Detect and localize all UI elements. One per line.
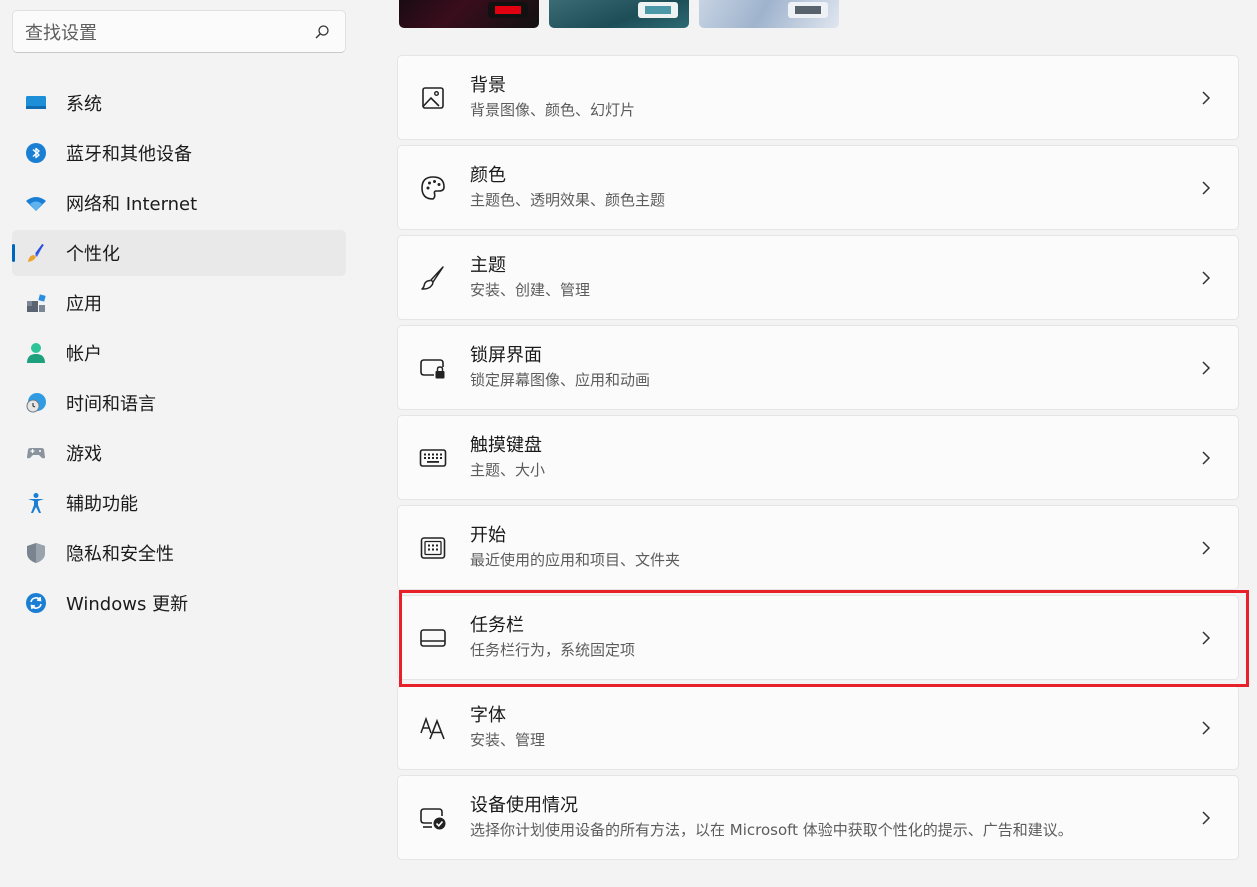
chevron-right-icon [1196, 448, 1216, 468]
search-box[interactable]: 查找设置 [12, 10, 346, 53]
card-subtitle: 主题、大小 [470, 461, 546, 479]
accessibility-icon [24, 491, 48, 515]
sidebar-item-accounts[interactable]: 帐户 [12, 330, 346, 376]
card-title: 颜色 [470, 165, 506, 186]
sidebar-item-label: Windows 更新 [66, 594, 189, 615]
sidebar-item-gaming[interactable]: 游戏 [12, 430, 346, 476]
card-title: 主题 [470, 255, 506, 276]
card-title: 开始 [470, 525, 506, 546]
theme-thumbnail-lake[interactable] [549, 0, 689, 28]
card-title: 字体 [470, 705, 506, 726]
card-subtitle: 选择你计划使用设备的所有方法，以在 Microsoft 体验中获取个性化的提示、… [470, 821, 1073, 839]
lockscreen-icon [418, 353, 448, 383]
sidebar-item-time-language[interactable]: 时间和语言 [12, 380, 346, 426]
card-device-usage[interactable]: 设备使用情况 选择你计划使用设备的所有方法，以在 Microsoft 体验中获取… [397, 775, 1239, 860]
sidebar-item-system[interactable]: 系统 [12, 80, 346, 126]
sidebar-item-label: 网络和 Internet [66, 194, 198, 215]
card-subtitle: 安装、创建、管理 [470, 281, 591, 299]
apps-icon [24, 291, 48, 315]
sidebar: 查找设置 系统 蓝牙和其他设备 网络和 Internet 个性化 应用 帐户 时… [0, 0, 360, 887]
wifi-icon [24, 191, 48, 215]
sidebar-item-label: 应用 [66, 294, 102, 315]
chevron-right-icon [1196, 538, 1216, 558]
palette-icon [418, 173, 448, 203]
sidebar-item-label: 帐户 [66, 344, 102, 365]
gamepad-icon [24, 441, 48, 465]
card-title: 触摸键盘 [470, 435, 542, 456]
sidebar-item-label: 蓝牙和其他设备 [66, 144, 192, 165]
card-touch-keyboard[interactable]: 触摸键盘 主题、大小 [397, 415, 1239, 500]
device-usage-icon [418, 803, 448, 833]
card-lock-screen[interactable]: 锁屏界面 锁定屏幕图像、应用和动画 [397, 325, 1239, 410]
chevron-right-icon [1196, 88, 1216, 108]
system-icon [24, 91, 48, 115]
brush-icon [418, 263, 448, 293]
account-icon [24, 341, 48, 365]
card-title: 背景 [470, 75, 506, 96]
image-icon [418, 83, 448, 113]
clock-globe-icon [24, 391, 48, 415]
chevron-right-icon [1196, 268, 1216, 288]
sidebar-item-label: 辅助功能 [66, 494, 138, 515]
card-title: 锁屏界面 [470, 345, 542, 366]
card-subtitle: 任务栏行为，系统固定项 [470, 641, 636, 659]
chevron-right-icon [1196, 808, 1216, 828]
bluetooth-icon [24, 141, 48, 165]
settings-window: 查找设置 系统 蓝牙和其他设备 网络和 Internet 个性化 应用 帐户 时… [0, 0, 1257, 887]
chevron-right-icon [1196, 718, 1216, 738]
sidebar-item-accessibility[interactable]: 辅助功能 [12, 480, 346, 526]
card-title: 设备使用情况 [470, 795, 578, 816]
card-subtitle: 锁定屏幕图像、应用和动画 [470, 371, 651, 389]
card-fonts[interactable]: 字体 安装、管理 [397, 685, 1239, 770]
keyboard-icon [418, 443, 448, 473]
sidebar-item-network[interactable]: 网络和 Internet [12, 180, 346, 226]
sidebar-item-windows-update[interactable]: Windows 更新 [12, 580, 346, 626]
sidebar-item-privacy[interactable]: 隐私和安全性 [12, 530, 346, 576]
search-icon[interactable] [311, 21, 333, 43]
sidebar-item-label: 游戏 [66, 444, 102, 465]
theme-thumbnail-bloom[interactable] [699, 0, 839, 28]
sidebar-item-apps[interactable]: 应用 [12, 280, 346, 326]
card-subtitle: 最近使用的应用和项目、文件夹 [470, 551, 681, 569]
sidebar-item-label: 时间和语言 [66, 394, 156, 415]
card-start[interactable]: 开始 最近使用的应用和项目、文件夹 [397, 505, 1239, 590]
card-title: 任务栏 [470, 615, 524, 636]
sidebar-item-bluetooth[interactable]: 蓝牙和其他设备 [12, 130, 346, 176]
start-icon [418, 533, 448, 563]
card-themes[interactable]: 主题 安装、创建、管理 [397, 235, 1239, 320]
sidebar-nav: 系统 蓝牙和其他设备 网络和 Internet 个性化 应用 帐户 时间和语言 … [12, 80, 346, 630]
sidebar-item-label: 系统 [66, 94, 102, 115]
chevron-right-icon [1196, 358, 1216, 378]
card-taskbar[interactable]: 任务栏 任务栏行为，系统固定项 [397, 595, 1239, 680]
search-input[interactable]: 查找设置 [25, 19, 311, 45]
card-subtitle: 安装、管理 [470, 731, 546, 749]
card-subtitle: 主题色、透明效果、颜色主题 [470, 191, 666, 209]
theme-thumbnails [399, 0, 839, 28]
taskbar-icon [418, 623, 448, 653]
card-colors[interactable]: 颜色 主题色、透明效果、颜色主题 [397, 145, 1239, 230]
chevron-right-icon [1196, 178, 1216, 198]
sidebar-item-label: 隐私和安全性 [66, 544, 174, 565]
brush-icon [24, 241, 48, 265]
theme-thumbnail-dark[interactable] [399, 0, 539, 28]
main-content: 背景 背景图像、颜色、幻灯片 颜色 主题色、透明效果、颜色主题 主题 安装、创建 [397, 0, 1239, 887]
font-icon [418, 713, 448, 743]
chevron-right-icon [1196, 628, 1216, 648]
sidebar-item-personalization[interactable]: 个性化 [12, 230, 346, 276]
card-background[interactable]: 背景 背景图像、颜色、幻灯片 [397, 55, 1239, 140]
shield-icon [24, 541, 48, 565]
sidebar-item-label: 个性化 [66, 244, 120, 265]
card-subtitle: 背景图像、颜色、幻灯片 [470, 101, 636, 119]
update-icon [24, 591, 48, 615]
